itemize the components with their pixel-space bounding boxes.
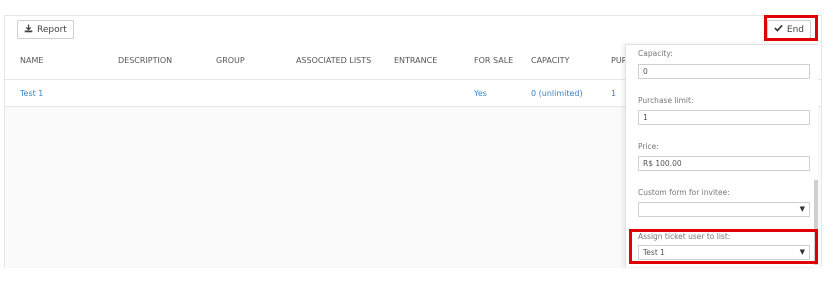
column-header-for-sale[interactable]: FOR SALE [474, 56, 513, 65]
column-header-name[interactable]: NAME [20, 56, 43, 65]
cell-capacity: 0 (unlimited) [531, 89, 583, 98]
column-header-entrance[interactable]: ENTRANCE [394, 56, 437, 65]
price-label: Price: [638, 142, 659, 151]
toolbar: Report End [5, 16, 821, 43]
assign-list-select[interactable]: Test 1 ▼ [638, 245, 810, 260]
column-header-group[interactable]: GROUP [216, 56, 245, 65]
end-button-label: End [786, 24, 804, 35]
cell-for-sale: Yes [474, 89, 487, 98]
caret-down-icon: ▼ [799, 205, 805, 213]
cell-purchase: 1 [611, 89, 617, 98]
caret-down-icon: ▼ [799, 248, 805, 256]
purchase-limit-label: Purchase limit: [638, 96, 694, 105]
end-button[interactable]: End [766, 20, 811, 39]
purchase-limit-input[interactable]: 1 [638, 110, 810, 125]
custom-form-label: Custom form for invitee: [638, 188, 730, 197]
report-button-label: Report [37, 24, 67, 35]
column-header-associated-lists[interactable]: ASSOCIATED LISTS [296, 56, 371, 65]
panel-scrollbar[interactable] [814, 180, 818, 265]
column-header-capacity[interactable]: CAPACITY [531, 56, 569, 65]
check-icon [774, 24, 783, 35]
report-button[interactable]: Report [17, 20, 74, 39]
capacity-label: Capacity: [638, 49, 673, 58]
ticket-settings-panel: Capacity: 0 Purchase limit: 1 Price: R$ … [625, 44, 818, 267]
assign-list-label: Assign ticket user to list: [638, 232, 731, 241]
assign-list-value: Test 1 [643, 248, 665, 257]
price-input[interactable]: R$ 100.00 [638, 156, 810, 171]
capacity-input[interactable]: 0 [638, 64, 810, 79]
column-header-description[interactable]: DESCRIPTION [118, 56, 172, 65]
download-icon [24, 23, 33, 36]
cell-name-link[interactable]: Test 1 [20, 89, 43, 98]
custom-form-select[interactable]: ▼ [638, 202, 810, 217]
